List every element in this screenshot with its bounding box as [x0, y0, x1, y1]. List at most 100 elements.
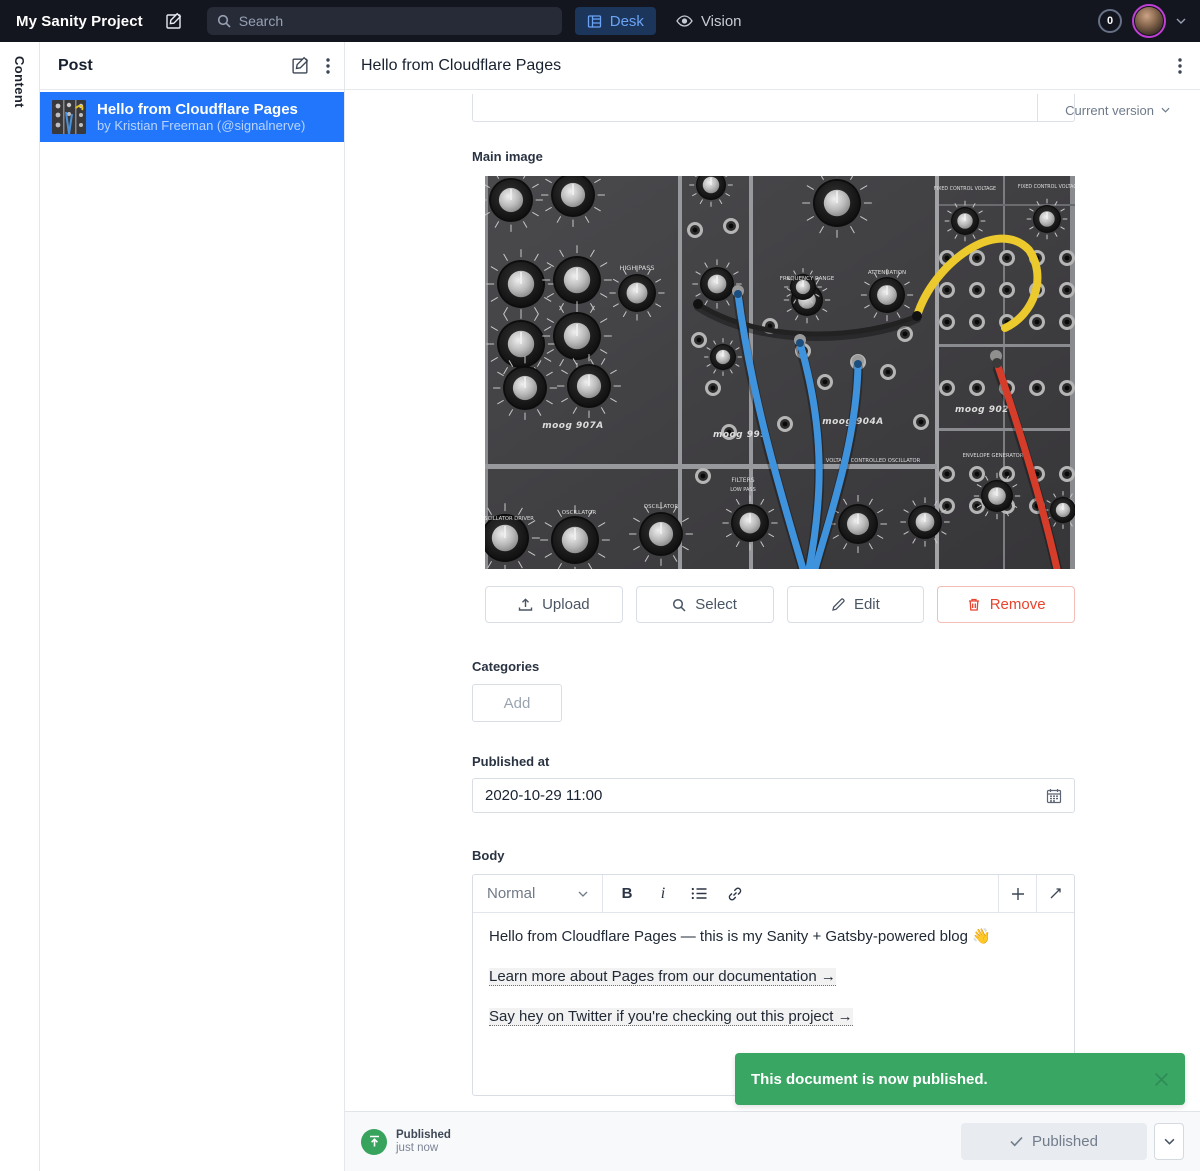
synth-panel-label: moog 902	[955, 405, 1009, 415]
synth-panel-label: OSCILLATOR	[644, 504, 679, 510]
published-icon	[361, 1129, 387, 1155]
publish-button-label: Published	[1032, 1133, 1098, 1150]
block-style-select[interactable]: Normal	[473, 875, 603, 912]
synth-panel-label: LOW PASS	[730, 487, 756, 493]
synth-panel-label: ENVELOPE GENERATOR	[963, 453, 1024, 459]
document-panel: Hello from Cloudflare Pages Current vers…	[345, 42, 1200, 1171]
body-paragraph[interactable]: Hello from Cloudflare Pages — this is my…	[489, 928, 1058, 947]
search-input[interactable]	[239, 13, 552, 29]
bold-icon[interactable]: B	[611, 878, 643, 910]
post-panel-menu-icon[interactable]	[326, 58, 330, 74]
tab-desk[interactable]: Desk	[575, 7, 656, 35]
chevron-down-icon[interactable]	[1176, 18, 1186, 24]
check-icon	[1010, 1136, 1023, 1147]
slug-field-divider	[1037, 94, 1038, 121]
pencil-icon	[831, 598, 845, 612]
version-selector[interactable]: Current version	[1065, 90, 1200, 130]
publish-status-time: just now	[396, 1142, 451, 1154]
published-at-input[interactable]	[485, 787, 1046, 804]
search-icon	[672, 598, 686, 612]
main-image-label: Main image	[472, 149, 1075, 164]
edit-label: Edit	[854, 596, 880, 613]
link-icon[interactable]	[719, 878, 751, 910]
publish-status: Published just now	[361, 1129, 451, 1155]
search-icon	[217, 14, 231, 28]
upload-icon	[518, 597, 533, 612]
create-post-icon[interactable]	[291, 56, 310, 75]
edit-button[interactable]: Edit	[787, 586, 925, 623]
publish-status-title: Published	[396, 1129, 451, 1141]
categories-label: Categories	[472, 659, 1075, 674]
image-actions: Upload Select Edit	[485, 586, 1075, 623]
upload-button[interactable]: Upload	[485, 586, 623, 623]
synth-panel-label: OSCILLATOR	[562, 510, 597, 516]
avatar[interactable]	[1132, 4, 1166, 38]
notifications-badge[interactable]: 0	[1098, 9, 1122, 33]
post-item-title: Hello from Cloudflare Pages	[97, 101, 305, 118]
expand-icon	[1049, 887, 1062, 900]
synth-panel-label: HIGH PASS	[620, 264, 655, 272]
post-panel-header: Post	[40, 42, 344, 90]
post-list-panel: Post	[40, 42, 345, 1171]
content-rail-label: Content	[12, 56, 27, 1171]
plus-icon	[1011, 887, 1025, 901]
publish-menu-button[interactable]	[1154, 1123, 1184, 1160]
published-at-label: Published at	[472, 754, 1075, 769]
post-thumbnail	[52, 100, 86, 134]
synth-panel-label: FIXED CONTROL VOLTAGE	[1018, 184, 1075, 190]
publish-button[interactable]: Published	[961, 1123, 1147, 1160]
tab-vision-label: Vision	[701, 13, 742, 30]
search-bar[interactable]	[207, 7, 562, 35]
post-item-subtitle: by Kristian Freeman (@signalnerve)	[97, 118, 305, 133]
synth-panel-label: FIXED CONTROL VOLTAGE	[934, 186, 996, 192]
eye-icon	[676, 15, 693, 27]
toast-message: This document is now published.	[751, 1071, 988, 1088]
chevron-down-icon	[1164, 1138, 1175, 1145]
tab-vision[interactable]: Vision	[664, 7, 754, 35]
top-navbar: My Sanity Project Desk	[0, 0, 1200, 42]
calendar-icon[interactable]	[1046, 788, 1062, 804]
main-image-preview[interactable]: HIGH PASS FREQUENCY RANGE ATTENUATION FIXED…	[485, 176, 1075, 569]
content-rail[interactable]: Content	[0, 42, 40, 1171]
chevron-down-icon	[1161, 107, 1170, 113]
document-header: Hello from Cloudflare Pages	[345, 42, 1200, 90]
add-category-button[interactable]: Add	[472, 684, 562, 722]
body-link-docs[interactable]: Learn more about Pages from our document…	[489, 968, 836, 986]
publish-toast: This document is now published.	[735, 1053, 1185, 1105]
tab-desk-label: Desk	[610, 13, 644, 30]
remove-button[interactable]: Remove	[937, 586, 1075, 623]
body-link-twitter[interactable]: Say hey on Twitter if you're checking ou…	[489, 1008, 853, 1026]
document-menu-icon[interactable]	[1178, 58, 1182, 74]
trash-icon	[967, 597, 981, 612]
bulleted-list-icon[interactable]	[683, 878, 715, 910]
insert-block-button[interactable]	[998, 875, 1036, 912]
slug-field-truncated[interactable]	[472, 94, 1075, 122]
version-label: Current version	[1065, 103, 1154, 118]
body-text-area[interactable]: Hello from Cloudflare Pages — this is my…	[473, 913, 1074, 1062]
synth-panel-label: FREQUENCY RANGE	[780, 276, 835, 282]
synth-panel-label: ATTENUATION	[868, 270, 906, 276]
synth-panel-label: moog 907A	[542, 421, 604, 431]
document-title: Hello from Cloudflare Pages	[361, 57, 561, 75]
remove-label: Remove	[990, 596, 1046, 613]
chevron-down-icon	[578, 891, 588, 897]
post-panel-title: Post	[58, 57, 93, 75]
sanity-studio: My Sanity Project Desk	[0, 0, 1200, 1171]
desk-icon	[587, 14, 602, 29]
document-scroll-area[interactable]: Current version Main image	[345, 90, 1200, 1111]
editor-toolbar: Normal B i	[473, 875, 1074, 913]
published-at-field[interactable]	[472, 778, 1075, 813]
project-title: My Sanity Project	[16, 13, 143, 30]
upload-label: Upload	[542, 596, 590, 613]
fullscreen-button[interactable]	[1036, 875, 1074, 912]
block-style-value: Normal	[487, 885, 570, 902]
close-icon[interactable]	[1154, 1072, 1169, 1087]
italic-icon[interactable]: i	[647, 878, 679, 910]
synth-panel-label: OSCILLATOR DRIVER	[485, 516, 534, 522]
new-document-icon[interactable]	[165, 12, 183, 30]
post-list-item-selected[interactable]: Hello from Cloudflare Pages by Kristian …	[40, 92, 344, 142]
synth-panel-label: FILTERS	[731, 477, 754, 484]
select-button[interactable]: Select	[636, 586, 774, 623]
document-footer: Published just now Published	[345, 1111, 1200, 1171]
body-label: Body	[472, 848, 1075, 863]
